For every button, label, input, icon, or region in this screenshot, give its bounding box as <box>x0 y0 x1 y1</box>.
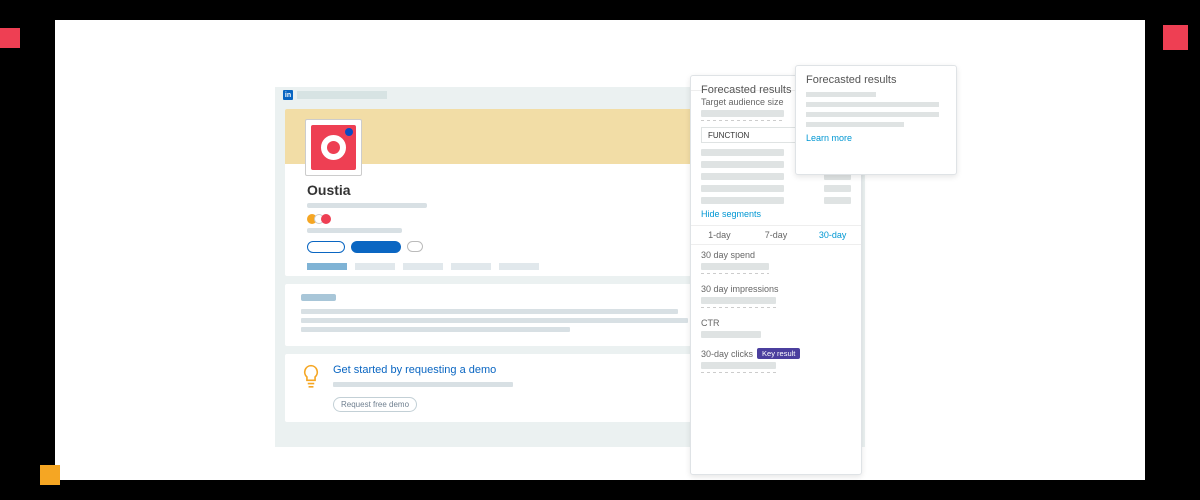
text-line <box>301 318 688 323</box>
text-line <box>806 122 904 127</box>
metric-impressions: 30 day impressions <box>691 279 861 313</box>
divider <box>701 120 784 121</box>
about-heading-placeholder <box>301 294 336 301</box>
request-demo-button[interactable]: Request free demo <box>333 397 417 412</box>
clicks-label: 30-day clicks <box>701 349 753 359</box>
hide-segments-link[interactable]: Hide segments <box>701 209 851 219</box>
segment-row <box>701 185 851 192</box>
text-line <box>806 92 876 97</box>
tab-jobs[interactable] <box>451 263 491 270</box>
audience-value-placeholder <box>701 110 784 117</box>
popup-header: Forecasted results <box>806 74 946 86</box>
text-line <box>806 102 939 107</box>
segment-row <box>701 197 851 204</box>
left-red-tab <box>0 28 20 48</box>
tagline-placeholder <box>307 203 427 208</box>
text-line <box>301 327 570 332</box>
primary-button[interactable] <box>351 241 401 253</box>
metric-ctr: CTR <box>691 313 861 343</box>
text-line <box>301 309 678 314</box>
metric-clicks: 30-day clicks Key result <box>691 343 861 378</box>
tab-home[interactable] <box>307 263 347 270</box>
range-30day[interactable]: 30-day <box>804 226 861 244</box>
followers-text-placeholder <box>307 228 402 233</box>
tab-posts[interactable] <box>403 263 443 270</box>
range-7day[interactable]: 7-day <box>748 226 805 244</box>
more-button[interactable] <box>407 241 423 252</box>
metric-spend: 30 day spend <box>691 245 861 279</box>
company-avatar[interactable] <box>305 119 362 176</box>
bottom-left-yellow-square <box>40 465 60 485</box>
text-line <box>806 112 939 117</box>
cta-subtext <box>333 382 513 387</box>
range-tabs: 1-day 7-day 30-day <box>691 225 861 245</box>
cta-title: Get started by requesting a demo <box>333 364 513 376</box>
tab-people[interactable] <box>499 263 539 270</box>
dropdown-label: FUNCTION <box>708 131 749 140</box>
follow-button[interactable] <box>307 241 345 253</box>
key-result-badge: Key result <box>757 348 800 359</box>
learn-more-link[interactable]: Learn more <box>806 133 946 143</box>
forecasted-results-popup: Forecasted results Learn more <box>795 65 957 175</box>
range-1day[interactable]: 1-day <box>691 226 748 244</box>
tab-about[interactable] <box>355 263 395 270</box>
top-right-red-square <box>1163 25 1188 50</box>
lightbulb-icon <box>301 364 321 390</box>
linkedin-logo[interactable]: in <box>283 90 293 100</box>
search-input[interactable] <box>297 91 387 99</box>
